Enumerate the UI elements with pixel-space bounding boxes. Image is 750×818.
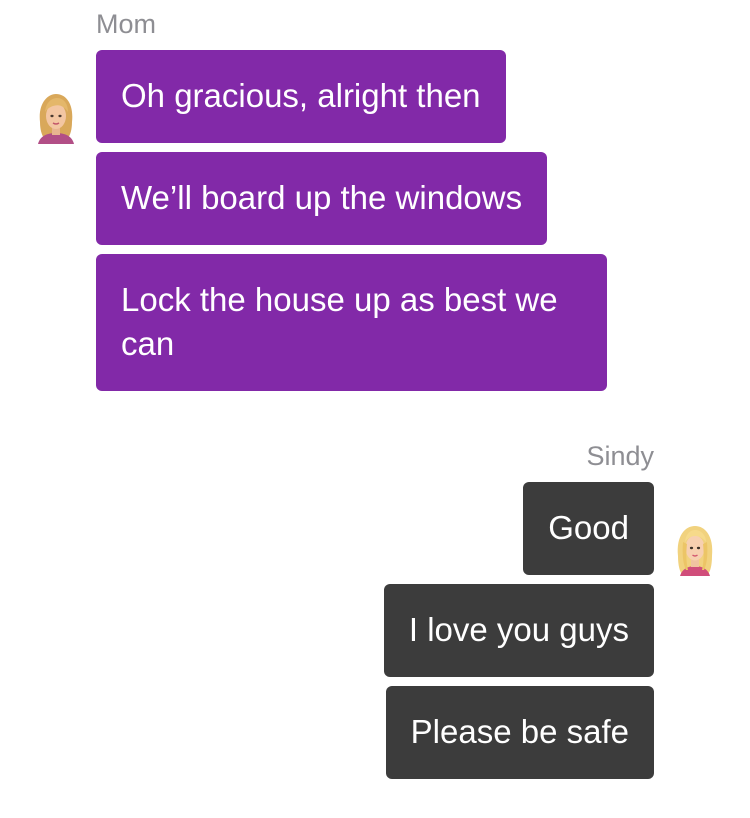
chat-thread: Mom Oh gracious, alright then We’ll boar… [0,0,750,818]
message-text: We’ll board up the windows [121,179,523,216]
message-bubble-sindy[interactable]: Please be safe [385,686,654,779]
message-text: Please be safe [410,713,629,750]
woman-blonde-avatar-icon[interactable] [33,92,79,144]
message-text: I love you guys [408,611,629,648]
message-bubble-mom[interactable]: Lock the house up as best we can [96,254,607,391]
message-bubble-sindy[interactable]: I love you guys [383,584,654,677]
message-bubble-sindy[interactable]: Good [523,482,654,575]
message-text: Oh gracious, alright then [121,77,481,114]
girl-blonde-avatar-icon[interactable] [672,524,718,576]
sender-name-mom: Mom [96,9,156,39]
message-text: Lock the house up as best we can [121,281,558,362]
message-text: Good [548,509,629,546]
message-bubble-mom[interactable]: We’ll board up the windows [96,152,548,245]
sender-name-sindy: Sindy [586,441,654,471]
message-bubble-mom[interactable]: Oh gracious, alright then [96,50,506,143]
